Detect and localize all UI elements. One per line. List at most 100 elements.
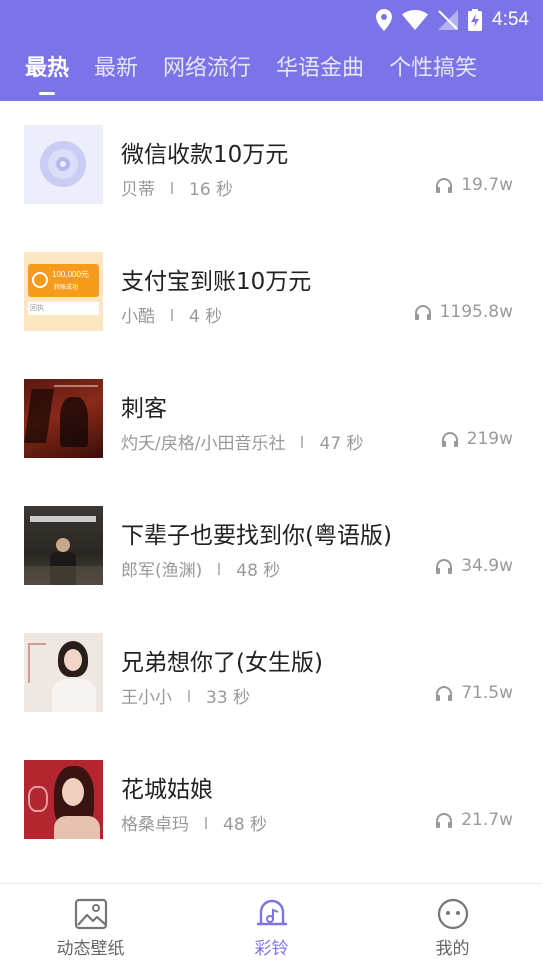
artist: 贝蒂 — [121, 180, 155, 200]
tab-chinese-classics[interactable]: 华语金曲 — [276, 39, 364, 101]
nav-item-ringtone[interactable]: 彩铃 — [181, 884, 362, 967]
bottom-nav: 动态壁纸 彩铃 我的 — [0, 883, 543, 967]
play-count-value: 34.9w — [461, 556, 513, 576]
tab-funny[interactable]: 个性搞笑 — [389, 39, 477, 101]
play-count: 219w — [441, 429, 513, 449]
duration: 33 秒 — [206, 688, 251, 708]
headphones-icon — [441, 432, 458, 447]
no-signal-icon — [438, 9, 459, 30]
cover-body — [54, 816, 100, 839]
cover-calligraphy — [24, 389, 54, 443]
divider — [171, 181, 173, 194]
list-item[interactable]: 微信收款10万元 贝蒂 16 秒 19.7w — [0, 101, 543, 228]
song-meta: 灼夭/戾格/小田音乐社 47 秒 — [121, 429, 364, 454]
play-count-value: 1195.8w — [439, 302, 513, 322]
category-tabs: 最热 最新 网络流行 华语金曲 个性搞笑 — [0, 39, 543, 101]
cover-next-life-image — [24, 506, 103, 585]
tab-label: 华语金曲 — [276, 56, 365, 81]
song-title: 微信收款10万元 — [121, 142, 289, 168]
ringtone-list: 微信收款10万元 贝蒂 16 秒 19.7w 100,000元 转账成功 回执 … — [0, 101, 543, 863]
tab-newest[interactable]: 最新 — [94, 39, 138, 101]
song-meta: 王小小 33 秒 — [121, 683, 250, 708]
nav-item-wallpaper[interactable]: 动态壁纸 — [0, 884, 181, 967]
cover-title-strip — [30, 516, 96, 522]
song-meta: 郎军(渔渊) 48 秒 — [121, 556, 280, 581]
duration: 4 秒 — [189, 307, 223, 327]
play-count: 71.5w — [435, 683, 513, 703]
nav-label: 我的 — [435, 939, 470, 959]
wifi-icon — [402, 9, 429, 30]
headphones-icon — [436, 813, 453, 828]
play-count: 19.7w — [435, 175, 513, 195]
clock: 4:54 — [492, 8, 529, 30]
cover-face — [62, 778, 84, 806]
divider — [171, 308, 173, 321]
song-title: 支付宝到账10万元 — [121, 269, 312, 295]
cover-body — [52, 679, 96, 712]
play-count-value: 19.7w — [461, 175, 513, 195]
song-title: 下辈子也要找到你(粤语版) — [121, 523, 392, 549]
divider — [218, 562, 221, 575]
list-item[interactable]: 下辈子也要找到你(粤语版) 郎军(渔渊) 48 秒 34.9w — [0, 482, 543, 609]
duration: 47 秒 — [319, 434, 364, 454]
headphones-icon — [436, 559, 453, 574]
duration: 16 秒 — [189, 180, 234, 200]
location-icon — [376, 8, 393, 31]
song-meta: 小酷 4 秒 — [121, 302, 222, 327]
list-item[interactable]: 花城姑娘 格桑卓玛 48 秒 21.7w — [0, 736, 543, 863]
play-count-value: 219w — [466, 429, 513, 449]
cover-field-text: 回执 — [30, 304, 44, 312]
play-count: 1195.8w — [414, 302, 513, 322]
song-title: 花城姑娘 — [121, 777, 213, 803]
tab-label: 网络流行 — [163, 56, 252, 81]
duration: 48 秒 — [236, 561, 281, 581]
tab-hottest[interactable]: 最热 — [25, 39, 69, 101]
artist: 郎军(渔渊) — [121, 561, 203, 581]
cover-line — [54, 385, 98, 387]
cover-miss-you-image — [24, 633, 103, 712]
cover-calligraphy — [28, 786, 48, 812]
cover-caption: 转账成功 — [54, 284, 79, 291]
play-count-value: 21.7w — [461, 810, 513, 830]
cover-figure — [60, 397, 88, 447]
cover-disc-image — [24, 125, 103, 204]
tab-label: 最热 — [25, 56, 70, 81]
divider — [188, 689, 190, 702]
cover-floor — [24, 566, 103, 585]
song-title: 兄弟想你了(女生版) — [121, 650, 323, 676]
ringtone-icon — [256, 899, 287, 926]
song-meta: 格桑卓玛 48 秒 — [121, 810, 267, 835]
list-item[interactable]: 100,000元 转账成功 回执 支付宝到账10万元 小酷 4 秒 1195.8… — [0, 228, 543, 355]
play-count-value: 71.5w — [461, 683, 513, 703]
tab-label: 最新 — [94, 56, 139, 81]
artist: 格桑卓玛 — [121, 815, 189, 835]
cover-face — [64, 649, 82, 671]
song-meta: 贝蒂 16 秒 — [121, 175, 233, 200]
cover-amount: 100,000元 — [52, 270, 89, 279]
profile-icon — [437, 898, 468, 930]
tab-label: 个性搞笑 — [389, 56, 478, 81]
wallpaper-icon — [74, 898, 107, 930]
artist: 灼夭/戾格/小田音乐社 — [121, 434, 286, 454]
cover-calligraphy — [28, 643, 46, 683]
artist: 王小小 — [121, 688, 172, 708]
headphones-icon — [414, 305, 431, 320]
play-count: 34.9w — [435, 556, 513, 576]
tab-internet-popular[interactable]: 网络流行 — [163, 39, 251, 101]
divider — [205, 816, 207, 829]
status-bar: 4:54 — [0, 0, 543, 39]
duration: 48 秒 — [223, 815, 268, 835]
cover-flower-city-image — [24, 760, 103, 839]
list-item[interactable]: 兄弟想你了(女生版) 王小小 33 秒 71.5w — [0, 609, 543, 736]
list-item[interactable]: 刺客 灼夭/戾格/小田音乐社 47 秒 219w — [0, 355, 543, 482]
cover-face — [56, 538, 70, 552]
song-title: 刺客 — [121, 396, 167, 422]
headphones-icon — [436, 178, 453, 193]
nav-label: 动态壁纸 — [56, 939, 125, 959]
coin-icon — [32, 272, 48, 288]
nav-label: 彩铃 — [254, 939, 289, 959]
headphones-icon — [436, 686, 453, 701]
battery-charging-icon — [468, 8, 483, 31]
nav-item-profile[interactable]: 我的 — [362, 884, 543, 967]
tab-indicator — [39, 92, 55, 95]
